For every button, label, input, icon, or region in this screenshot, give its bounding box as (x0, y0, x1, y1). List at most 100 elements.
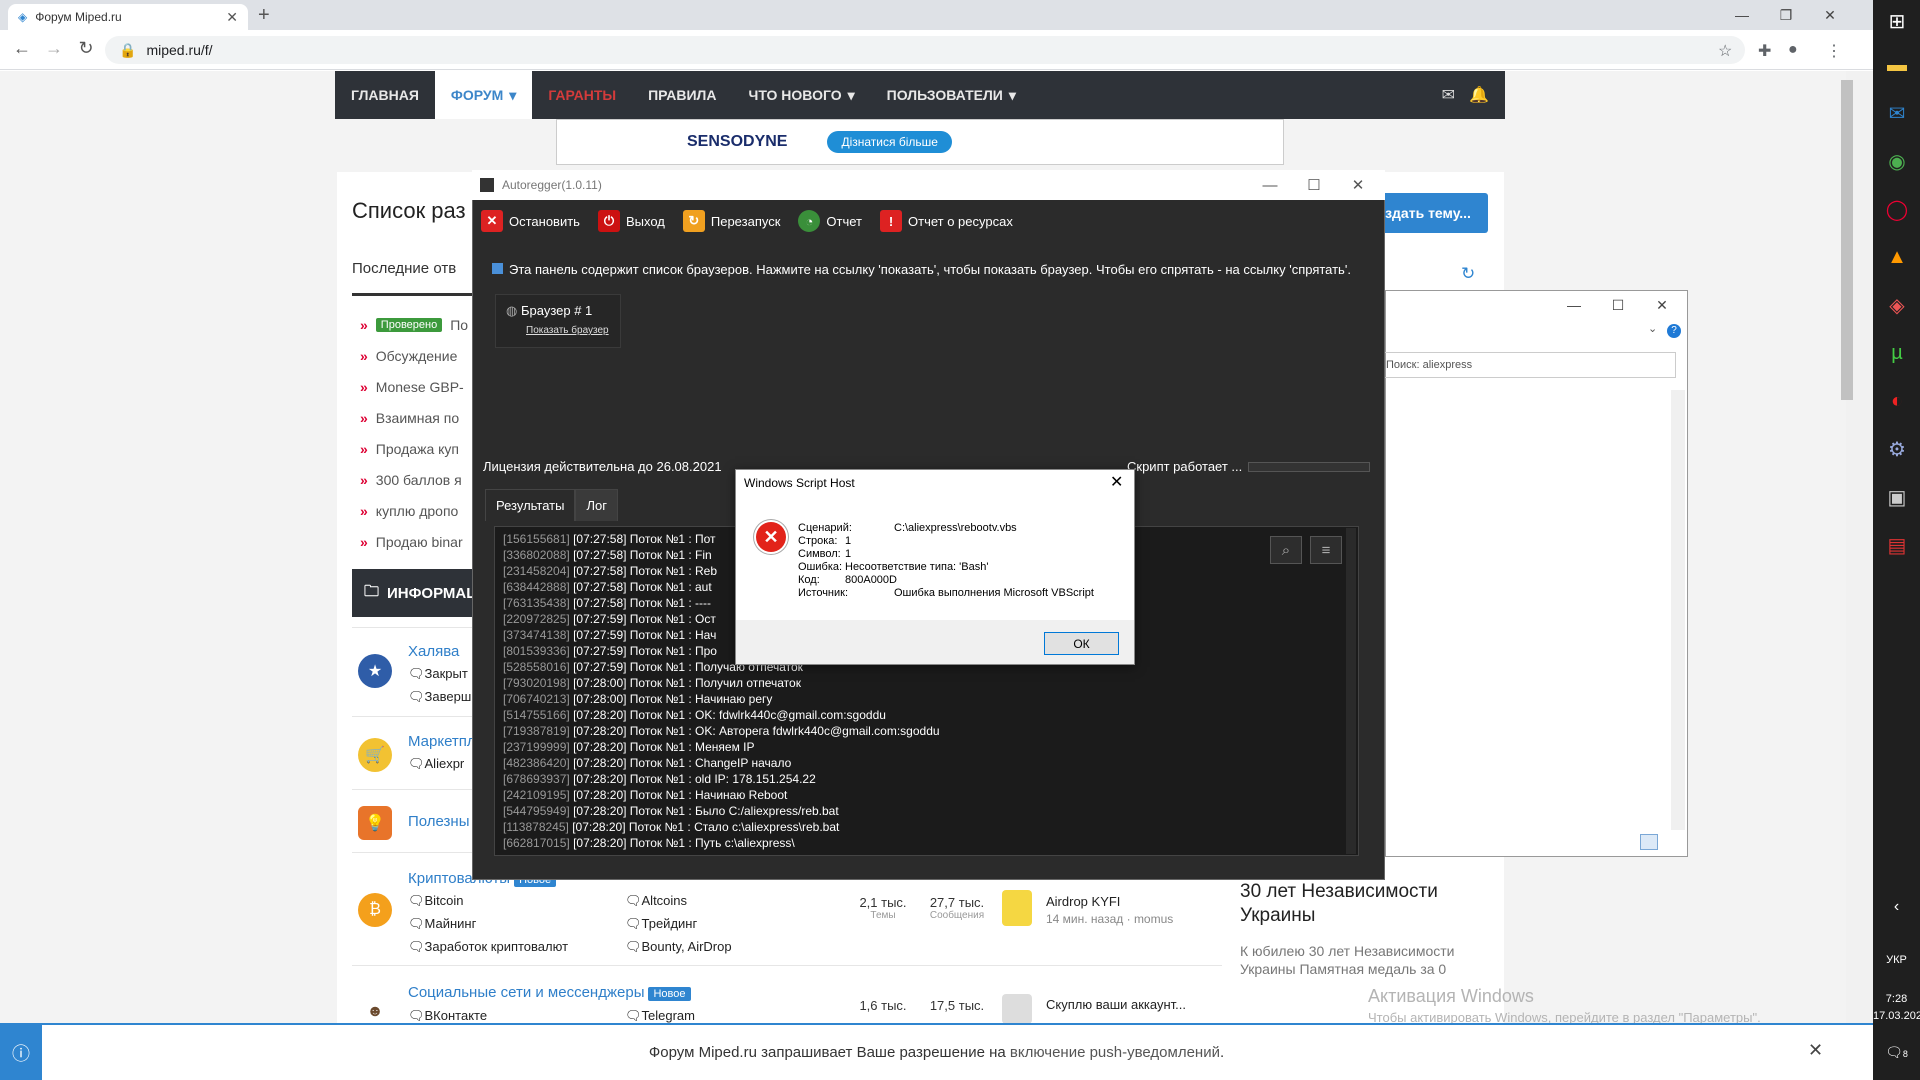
subforum-link[interactable]: 🗨Трейдинг (625, 916, 697, 932)
tab-close-icon[interactable]: ✕ (226, 9, 238, 26)
subforum-link[interactable]: 🗨Bounty, AirDrop (625, 939, 732, 955)
nav-whats-new[interactable]: ЧТО НОВОГО ▾ (732, 71, 870, 119)
windows-start-icon[interactable]: ⊞ (1880, 4, 1914, 38)
subforum-link[interactable]: 🗨Aliexpr (408, 756, 464, 772)
close-icon[interactable]: ✕ (1808, 1040, 1823, 1061)
opera-icon[interactable]: ◯ (1880, 192, 1914, 226)
stop-button[interactable]: ✕ Остановить (481, 210, 580, 232)
menu-icon[interactable]: ⋮ (1826, 41, 1842, 61)
maximize-icon[interactable]: ☐ (1292, 170, 1336, 200)
thread-row[interactable]: » куплю дропо (360, 495, 470, 526)
forward-icon[interactable]: → (42, 38, 66, 59)
last-post-title[interactable]: Скуплю ваши аккаунт... (1046, 997, 1186, 1012)
nav-users[interactable]: ПОЛЬЗОВАТЕЛИ ▾ (871, 71, 1032, 119)
thread-row[interactable]: » Взаимная по (360, 402, 470, 433)
ok-button[interactable]: ОК (1044, 632, 1119, 655)
remote-icon[interactable]: ◈ (1880, 288, 1914, 322)
category-title[interactable]: Полезны (408, 813, 470, 830)
avatar[interactable] (1002, 890, 1032, 926)
explorer-search-box[interactable]: Поиск: aliexpress (1381, 352, 1676, 378)
report-button[interactable]: ◔ Отчет (798, 210, 862, 232)
star-icon[interactable]: ☆ (1718, 41, 1732, 61)
notification-center-icon[interactable]: 🗨8 (1873, 1044, 1920, 1061)
show-browser-link[interactable]: Показать браузер (506, 325, 610, 336)
minimize-icon[interactable]: — (1554, 292, 1594, 318)
autoregger-task-icon[interactable]: ▣ (1880, 480, 1914, 514)
file-explorer-icon[interactable]: ▬ (1880, 48, 1914, 82)
create-thread-button[interactable]: здать тему... (1368, 193, 1488, 233)
torrent-icon[interactable]: µ (1880, 336, 1914, 370)
subforum-link[interactable]: 🗨Bitcoin (408, 893, 464, 909)
search-icon[interactable]: ⌕ (1270, 536, 1302, 564)
clock-time[interactable]: 7:28 (1873, 993, 1920, 1005)
bell-icon[interactable]: 🔔 (1469, 85, 1489, 105)
nav-forum[interactable]: ФОРУМ ▾ (434, 71, 533, 119)
subforum-link[interactable]: 🗨Закрыт (408, 666, 468, 682)
thread-row[interactable]: » Продаю binar (360, 526, 470, 557)
language-indicator[interactable]: УКР (1873, 954, 1920, 966)
resource-report-button[interactable]: ! Отчет о ресурсах (880, 210, 1013, 232)
help-icon[interactable]: ? (1667, 324, 1681, 338)
nav-rules[interactable]: ПРАВИЛА (632, 71, 732, 119)
close-window-icon[interactable]: ✕ (1808, 0, 1852, 30)
subforum-link[interactable]: 🗨Altcoins (625, 893, 687, 909)
avatar[interactable] (1002, 994, 1032, 1024)
details-view-icon[interactable] (1640, 834, 1658, 850)
refresh-icon[interactable]: ↻ (1461, 264, 1475, 284)
new-tab-icon[interactable]: + (258, 4, 270, 27)
push-enable-link[interactable]: включение push-уведомлений (1010, 1044, 1220, 1061)
mail-icon[interactable]: ✉ (1442, 85, 1455, 105)
nav-home[interactable]: ГЛАВНАЯ (335, 71, 435, 119)
clock-date[interactable]: 17.03.2021 (1873, 1010, 1920, 1022)
subforum-link[interactable]: 🗨ВКонтакте (408, 1008, 487, 1024)
thread-row[interactable]: » Продажа куп (360, 433, 470, 464)
restart-button[interactable]: ↻ Перезапуск (682, 210, 780, 232)
address-bar[interactable]: 🔒 miped.ru/f/ (105, 36, 1745, 64)
thread-row[interactable]: » Monese GBP- (360, 371, 470, 402)
log-scrollbar[interactable] (1346, 528, 1356, 854)
chevron-down-icon[interactable]: ⌄ (1648, 322, 1657, 335)
category-title[interactable]: Социальные сети и мессенджеры Новое (408, 984, 691, 1001)
profile-icon[interactable]: ● (1788, 41, 1798, 59)
subforum-link[interactable]: 🗨Telegram (625, 1008, 695, 1024)
nav-guarantors[interactable]: ГАРАНТЫ (532, 71, 632, 119)
browser-tab[interactable]: ◈ Форум Miped.ru ✕ (8, 4, 248, 30)
steam-icon[interactable]: ⚙ (1880, 432, 1914, 466)
minimize-icon[interactable]: — (1720, 0, 1764, 30)
explorer-scrollbar[interactable] (1671, 390, 1685, 830)
exit-button[interactable]: ⏻ Выход (597, 210, 665, 232)
thread-row[interactable]: » Обсуждение (360, 340, 470, 371)
dialog-close-icon[interactable]: ✕ (1110, 472, 1123, 492)
list-menu-icon[interactable]: ≡ (1310, 536, 1342, 564)
thread-row[interactable]: » 300 баллов я (360, 464, 470, 495)
close-icon[interactable]: ✕ (1642, 292, 1682, 318)
tab-results[interactable]: Результаты (485, 489, 576, 521)
subforum-link[interactable]: 🗨Заработок криптовалют (408, 939, 568, 955)
close-icon[interactable]: ✕ (1336, 170, 1380, 200)
security-icon[interactable]: ◐ (1880, 384, 1914, 418)
category-title[interactable]: Халява (408, 643, 459, 660)
subforum-link[interactable]: 🗨Заверш (408, 689, 471, 705)
chrome-icon[interactable]: ◉ (1880, 144, 1914, 178)
subforum-link[interactable]: 🗨Майнинг (408, 916, 476, 932)
minimize-icon[interactable]: — (1248, 170, 1292, 200)
scrollbar-thumb[interactable] (1841, 80, 1853, 400)
nav-forum-label: ФОРУМ (450, 87, 504, 103)
log-line: [793020198] [07:28:00] Поток №1 : Получи… (503, 675, 1350, 691)
game-icon[interactable]: ▲ (1880, 240, 1914, 274)
restore-icon[interactable]: ❐ (1764, 0, 1808, 30)
maximize-icon[interactable]: ☐ (1598, 292, 1638, 318)
tab-log[interactable]: Лог (575, 489, 618, 521)
paint-icon[interactable]: ▤ (1880, 528, 1914, 562)
thread-row[interactable]: » Проверено По (360, 309, 470, 340)
tab-latest-posts[interactable]: Последние отв (352, 260, 472, 296)
ad-button[interactable]: Дізнатися більше (827, 131, 952, 153)
reload-icon[interactable]: ↻ (74, 38, 98, 59)
category-title[interactable]: Маркетпл (408, 733, 476, 750)
ad-banner[interactable]: SENSODYNE Дізнатися більше (556, 119, 1284, 165)
chevron-up-icon[interactable]: ‹ (1873, 898, 1920, 916)
last-post-title[interactable]: Airdrop KYFI (1046, 894, 1120, 909)
extensions-icon[interactable]: ✚ (1758, 41, 1771, 61)
back-icon[interactable]: ← (10, 38, 34, 59)
mail-icon[interactable]: ✉ (1880, 96, 1914, 130)
